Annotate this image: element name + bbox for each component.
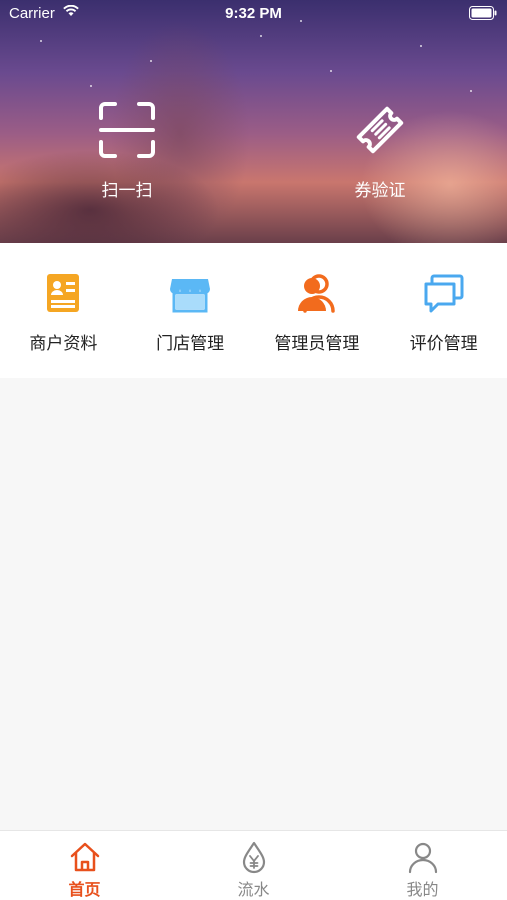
tab-mine[interactable]: 我的 (338, 831, 507, 900)
star (470, 90, 472, 92)
money-drop-icon (237, 840, 271, 874)
grid-item-label: 商户资料 (29, 334, 98, 354)
tab-bar: 首页 流水 我的 (0, 830, 507, 900)
scan-button[interactable]: 扫一扫 (67, 100, 187, 201)
grid-item-store-management[interactable]: 门店管理 (127, 243, 254, 378)
grid-item-admin-management[interactable]: 管理员管理 (254, 243, 381, 378)
tab-home[interactable]: 首页 (0, 831, 169, 900)
user-icon (406, 840, 440, 874)
star (90, 85, 92, 87)
voucher-verify-button[interactable]: 券验证 (320, 100, 440, 201)
status-bar: Carrier 9:32 PM (0, 0, 507, 28)
merchant-profile-icon (41, 271, 85, 315)
star (260, 35, 262, 37)
tab-label: 流水 (237, 880, 270, 899)
function-grid: 商户资料 门店管理 管理员管理 评价管理 (0, 243, 507, 378)
grid-item-review-management[interactable]: 评价管理 (380, 243, 507, 378)
grid-item-label: 管理员管理 (274, 334, 360, 354)
home-screen: Carrier 9:32 PM 扫一扫 券验证 商户资料 门店管理 管理员管理 … (0, 0, 507, 900)
star (420, 45, 422, 47)
store-icon (168, 271, 212, 315)
grid-item-label: 门店管理 (156, 334, 225, 354)
hero-banner: Carrier 9:32 PM 扫一扫 券验证 (0, 0, 507, 243)
star (40, 40, 42, 42)
scan-icon (97, 102, 157, 164)
clock: 9:32 PM (225, 5, 282, 22)
voucher-verify-label: 券验证 (354, 181, 406, 201)
star (150, 60, 152, 62)
home-icon (68, 840, 102, 874)
tab-label: 首页 (68, 880, 101, 899)
scan-label: 扫一扫 (101, 181, 153, 201)
tab-label: 我的 (406, 880, 439, 899)
ticket-icon (350, 106, 410, 164)
admin-users-icon (295, 271, 339, 315)
comments-icon (422, 271, 466, 315)
tab-transactions[interactable]: 流水 (169, 831, 338, 900)
grid-item-label: 评价管理 (409, 334, 478, 354)
grid-item-merchant-profile[interactable]: 商户资料 (0, 243, 127, 378)
battery-icon (469, 6, 497, 24)
star (330, 70, 332, 72)
